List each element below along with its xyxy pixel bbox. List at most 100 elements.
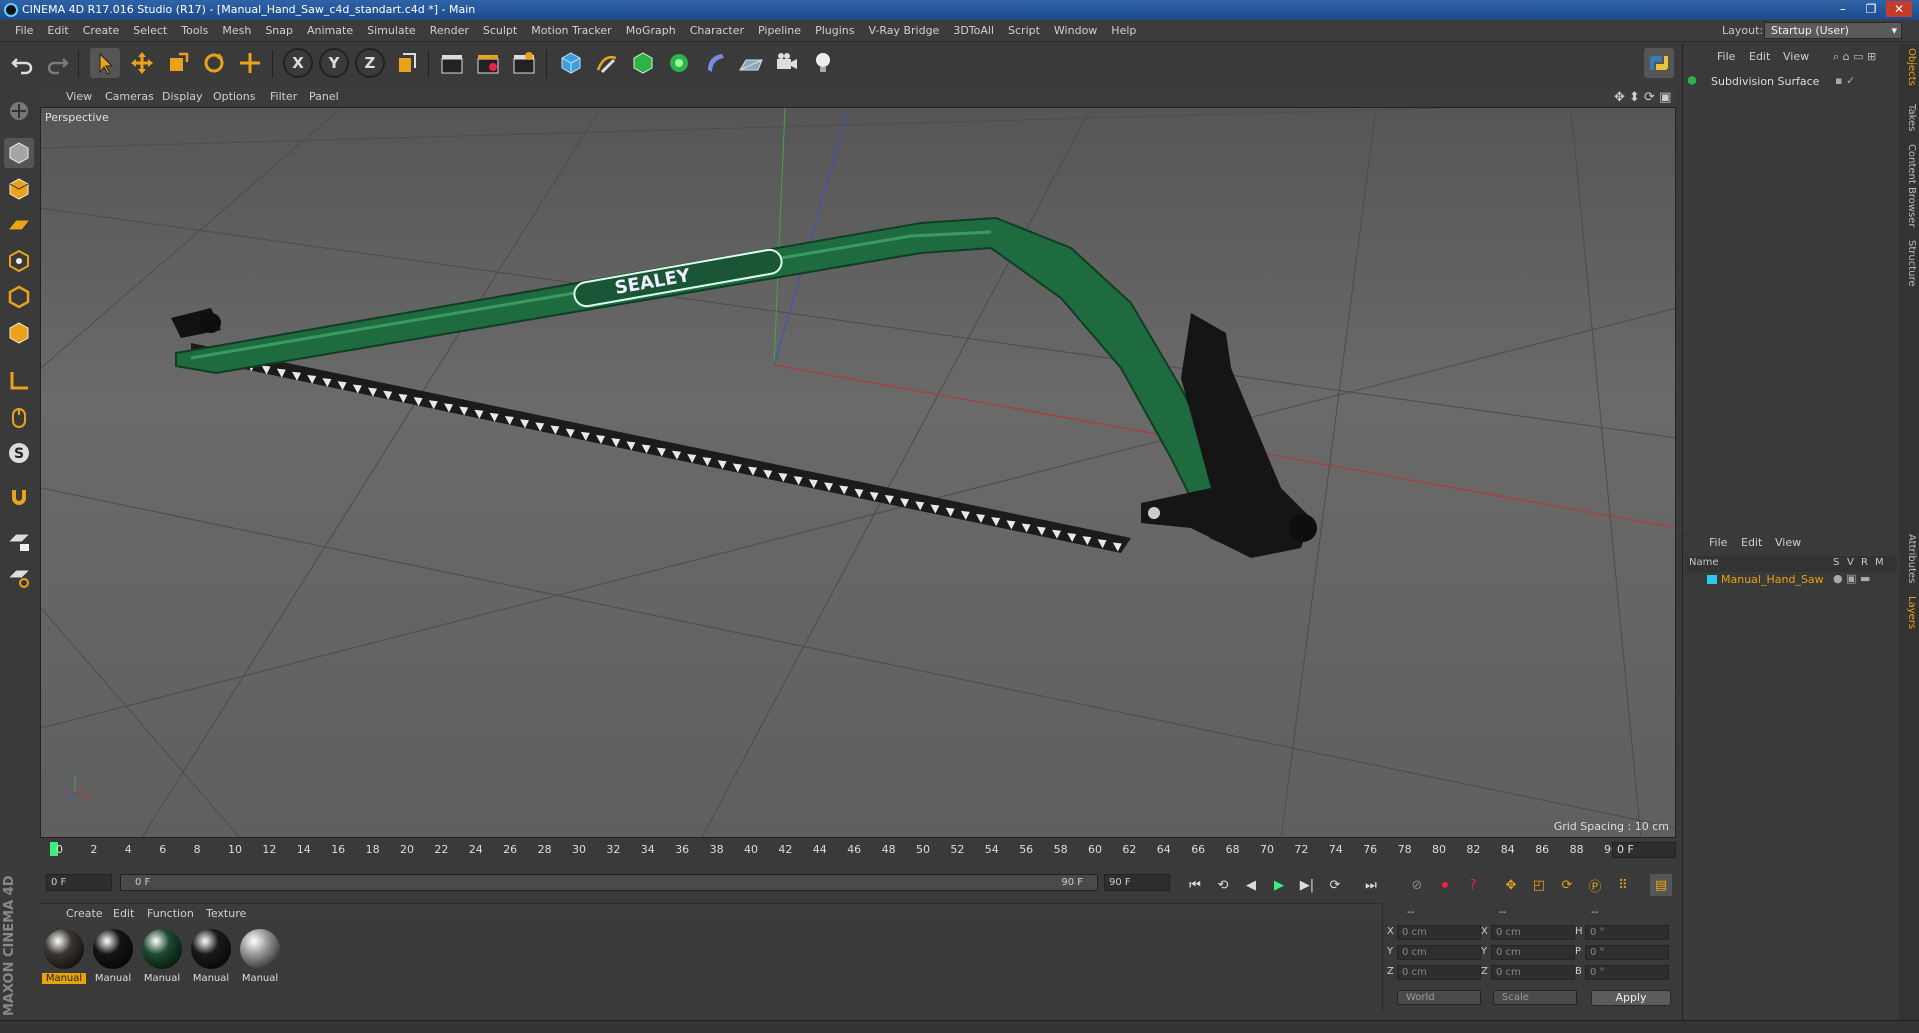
viewport-menu-options[interactable]: Options <box>213 90 255 103</box>
start-frame-field[interactable]: 0 F <box>46 874 112 891</box>
texture-mode-button[interactable] <box>4 174 34 204</box>
move-tool-button[interactable] <box>127 48 157 78</box>
coord-value-field[interactable]: 0 cm <box>1491 965 1575 980</box>
menu-simulate[interactable]: Simulate <box>360 24 423 37</box>
add-camera-button[interactable] <box>772 48 802 78</box>
menu-sculpt[interactable]: Sculpt <box>476 24 524 37</box>
menu-script[interactable]: Script <box>1001 24 1047 37</box>
undo-button[interactable] <box>8 48 38 78</box>
menu-plugins[interactable]: Plugins <box>808 24 861 37</box>
axis-mode-button[interactable] <box>4 366 34 396</box>
render-settings-button[interactable] <box>509 48 539 78</box>
menu-help[interactable]: Help <box>1104 24 1143 37</box>
material-menu-function[interactable]: Function <box>147 907 194 920</box>
tab-objects[interactable]: Objects <box>1901 48 1917 86</box>
menu-render[interactable]: Render <box>423 24 476 37</box>
menu-v-ray-bridge[interactable]: V-Ray Bridge <box>861 24 946 37</box>
previous-key-button[interactable]: ⟲ <box>1212 874 1234 896</box>
menu-animate[interactable]: Animate <box>300 24 360 37</box>
menu-select[interactable]: Select <box>126 24 174 37</box>
material-menu-create[interactable]: Create <box>66 907 103 920</box>
select-tool-button[interactable] <box>90 48 120 78</box>
lock-workplane-button[interactable] <box>4 526 34 556</box>
coord-value-field[interactable]: 0 ° <box>1585 965 1669 980</box>
coord-value-field[interactable]: 0 ° <box>1585 945 1669 960</box>
menu-character[interactable]: Character <box>683 24 751 37</box>
close-button[interactable]: ✕ <box>1886 1 1912 17</box>
key-position-button[interactable]: ✥ <box>1500 874 1522 896</box>
material-menu-edit[interactable]: Edit <box>113 907 134 920</box>
autokey-button[interactable]: ⏺ <box>1434 874 1456 896</box>
workplane-align-button[interactable] <box>4 562 34 592</box>
layer-menu-file[interactable]: File <box>1709 536 1727 549</box>
frame-range-slider[interactable]: 0 F 90 F <box>120 874 1098 891</box>
menu-3dtoall[interactable]: 3DToAll <box>946 24 1001 37</box>
menu-window[interactable]: Window <box>1047 24 1104 37</box>
layer-flag-icons[interactable]: ● ▣ ▬ <box>1833 572 1870 585</box>
viewport-menu-filter[interactable]: Filter <box>270 90 297 103</box>
perspective-viewport[interactable]: SEALEY Perspective Grid Spacing : 10 cm <box>40 107 1676 838</box>
next-frame-button[interactable]: ▶| <box>1296 874 1318 896</box>
go-to-end-button[interactable]: ⏭ <box>1360 874 1382 896</box>
viewport-menu-view[interactable]: View <box>66 90 92 103</box>
material-swatch[interactable]: Manual <box>91 927 135 987</box>
model-mode-button[interactable] <box>4 138 34 168</box>
viewport-navigation-icons[interactable]: ✥ ⬍ ⟳ ▣ <box>1614 90 1671 105</box>
tab-structure[interactable]: Structure <box>1901 240 1917 287</box>
material-swatch[interactable]: Manual <box>189 927 233 987</box>
key-pla-button[interactable]: ⠿ <box>1612 874 1634 896</box>
object-menu-file[interactable]: File <box>1717 50 1735 63</box>
previous-frame-button[interactable]: ◀ <box>1240 874 1262 896</box>
coord-value-field[interactable]: 0 cm <box>1397 965 1481 980</box>
timeline-ruler[interactable]: 0 2 4 6 8 10 12 14 16 18 20 22 24 26 28 30 32 34 36 38 40 42 4… <box>40 840 1676 868</box>
coordinate-space-select[interactable]: World <box>1397 990 1481 1005</box>
coord-value-field[interactable]: 0 ° <box>1585 925 1669 940</box>
tweak-mode-button[interactable] <box>4 402 34 432</box>
edges-mode-button[interactable] <box>4 282 34 312</box>
current-frame-field[interactable]: 0 F <box>1612 842 1676 858</box>
minimize-button[interactable]: – <box>1830 1 1856 17</box>
tab-content-browser[interactable]: Content Browser <box>1901 144 1917 227</box>
material-menu-texture[interactable]: Texture <box>206 907 246 920</box>
go-to-start-button[interactable]: ⏮ <box>1184 874 1206 896</box>
coord-value-field[interactable]: 0 cm <box>1397 925 1481 940</box>
live-selection-button[interactable] <box>235 48 265 78</box>
polygons-mode-button[interactable] <box>4 318 34 348</box>
make-editable-button[interactable] <box>4 96 34 126</box>
layout-select[interactable]: Startup (User) ▾ <box>1764 22 1902 39</box>
coordinate-system-button[interactable] <box>391 48 421 78</box>
workplane-mode-button[interactable] <box>4 210 34 240</box>
add-cloner-button[interactable] <box>664 48 694 78</box>
tab-layers[interactable]: Layers <box>1901 596 1917 629</box>
add-spline-pen-button[interactable] <box>592 48 622 78</box>
object-visibility-icons[interactable]: ▪ ✓ <box>1835 74 1855 87</box>
y-axis-lock-button[interactable]: Y <box>319 48 349 78</box>
menu-snap[interactable]: Snap <box>258 24 300 37</box>
viewport-menu-panel[interactable]: Panel <box>309 90 339 103</box>
object-row[interactable]: ⬢ Subdivision Surface ▪ ✓ <box>1687 74 1897 90</box>
render-picture-viewer-button[interactable] <box>473 48 503 78</box>
tab-takes[interactable]: Takes <box>1901 104 1917 131</box>
menu-mograph[interactable]: MoGraph <box>619 24 683 37</box>
layer-row[interactable]: Manual_Hand_Saw ● ▣ ▬ <box>1687 572 1897 588</box>
apply-button[interactable]: Apply <box>1591 990 1671 1006</box>
menu-tools[interactable]: Tools <box>174 24 215 37</box>
render-view-button[interactable] <box>437 48 467 78</box>
timeline-window-button[interactable]: ▤ <box>1650 874 1672 896</box>
material-swatch[interactable]: Manual <box>140 927 184 987</box>
tab-attributes[interactable]: Attributes <box>1901 534 1917 583</box>
maximize-button[interactable]: ❐ <box>1858 1 1884 17</box>
material-swatch[interactable]: Manual <box>42 927 86 987</box>
add-light-button[interactable] <box>808 48 838 78</box>
end-frame-field[interactable]: 90 F <box>1104 874 1170 891</box>
add-deformer-button[interactable] <box>700 48 730 78</box>
points-mode-button[interactable] <box>4 246 34 276</box>
layer-menu-view[interactable]: View <box>1775 536 1801 549</box>
menu-file[interactable]: File <box>8 24 40 37</box>
key-parameter-button[interactable]: Ⓟ <box>1584 874 1606 896</box>
z-axis-lock-button[interactable]: Z <box>355 48 385 78</box>
magnet-tool-button[interactable] <box>4 482 34 512</box>
object-menu-view[interactable]: View <box>1783 50 1809 63</box>
coordinate-mode-select[interactable]: Scale <box>1493 990 1577 1005</box>
menu-create[interactable]: Create <box>76 24 127 37</box>
